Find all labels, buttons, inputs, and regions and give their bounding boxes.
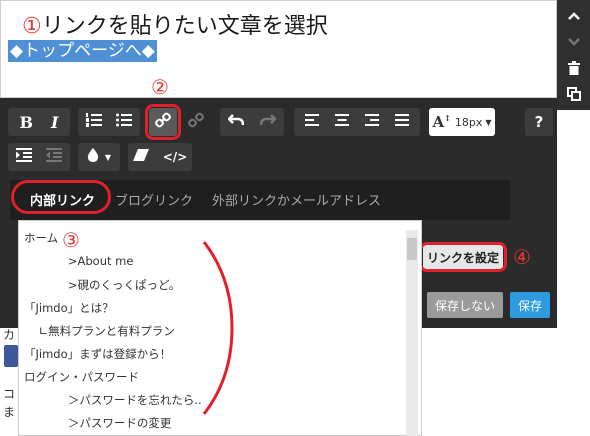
list-item[interactable]: ∟無料プランと有料プラン [24,323,175,339]
tab-blog-link[interactable]: ブログリンク [115,190,193,209]
annotation-ring-link [145,104,181,140]
trash-icon[interactable] [557,56,590,80]
chevron-down-icon[interactable] [557,30,590,54]
indent-group [8,143,70,171]
list-item[interactable]: ＞パスワードを忘れたら.. [24,392,202,408]
font-size-dropdown[interactable]: A↕ 18px ▼ [429,108,495,136]
unordered-list-icon[interactable] [116,113,132,131]
list-item[interactable]: 「Jimdo」とは？ [24,300,114,316]
copy-icon[interactable] [557,82,590,106]
annotation-ring-internal-tab [11,180,111,214]
indent-icon[interactable] [16,148,32,166]
caret-down-icon: ▼ [104,152,112,162]
format-group: </> [128,143,192,171]
align-left-icon[interactable] [305,114,319,130]
text-color-dropdown[interactable]: ▼ [78,143,120,171]
annotation-number-4: ④ [513,245,531,269]
italic-button[interactable]: I [51,113,58,132]
align-right-icon[interactable] [365,114,379,130]
ordered-list-icon[interactable] [86,113,102,131]
list-item[interactable]: ホーム [24,230,58,246]
save-button[interactable]: 保存 [510,292,550,318]
list-scrollbar[interactable] [406,230,418,436]
dont-save-button[interactable]: 保存しない [427,292,503,318]
scrollbar-thumb[interactable] [407,238,417,260]
list-item[interactable]: >About me [24,254,134,268]
bold-italic-group: B I [8,108,70,136]
list-item[interactable]: 「Jimdo」まずは登録から！ [24,346,171,362]
caret-down-icon: ▼ [485,117,492,127]
redo-icon[interactable] [259,114,277,130]
eraser-icon[interactable] [132,149,149,165]
color-drop-icon [87,148,99,166]
background-text-1: カ [3,328,16,342]
align-justify-icon[interactable] [395,114,409,130]
undo-redo-group [220,108,284,136]
code-icon[interactable]: </> [163,150,188,164]
annotation-bracket [198,238,238,422]
font-size-value: 18px [454,115,483,129]
background-text-3: ま [3,405,16,419]
list-item[interactable]: ＞パスワードの変更 [24,415,172,431]
font-size-icon: A↕ [432,113,451,131]
annotation-number-3: ③ [62,228,80,252]
align-center-icon[interactable] [335,114,349,130]
chevron-up-icon[interactable] [557,4,590,28]
list-item[interactable]: ログイン・パスワード [24,369,139,385]
annotation-step-1: ①リンクを貼りたい文章を選択 [22,8,328,40]
element-side-toolbar [557,0,590,110]
facebook-icon [4,345,18,367]
outdent-icon[interactable] [46,148,62,166]
unlink-icon [188,112,204,132]
list-item[interactable]: >硯のくっくぱっど。 [24,277,181,293]
annotation-text-1: リンクを貼りたい文章を選択 [41,14,328,39]
alignment-group [294,108,420,136]
help-button[interactable]: ? [525,108,553,136]
selected-text[interactable]: ◆トップページへ◆ [8,40,157,62]
list-group [78,108,140,136]
tab-external-link[interactable]: 外部リンクかメールアドレス [212,190,381,209]
annotation-number-1: ① [22,14,42,39]
bold-button[interactable]: B [19,113,33,132]
annotation-number-2: ② [151,75,169,99]
unlink-button[interactable] [182,108,210,136]
annotation-ring-set-link [419,242,507,272]
undo-icon[interactable] [227,114,245,130]
background-text-2: コ [3,387,16,401]
